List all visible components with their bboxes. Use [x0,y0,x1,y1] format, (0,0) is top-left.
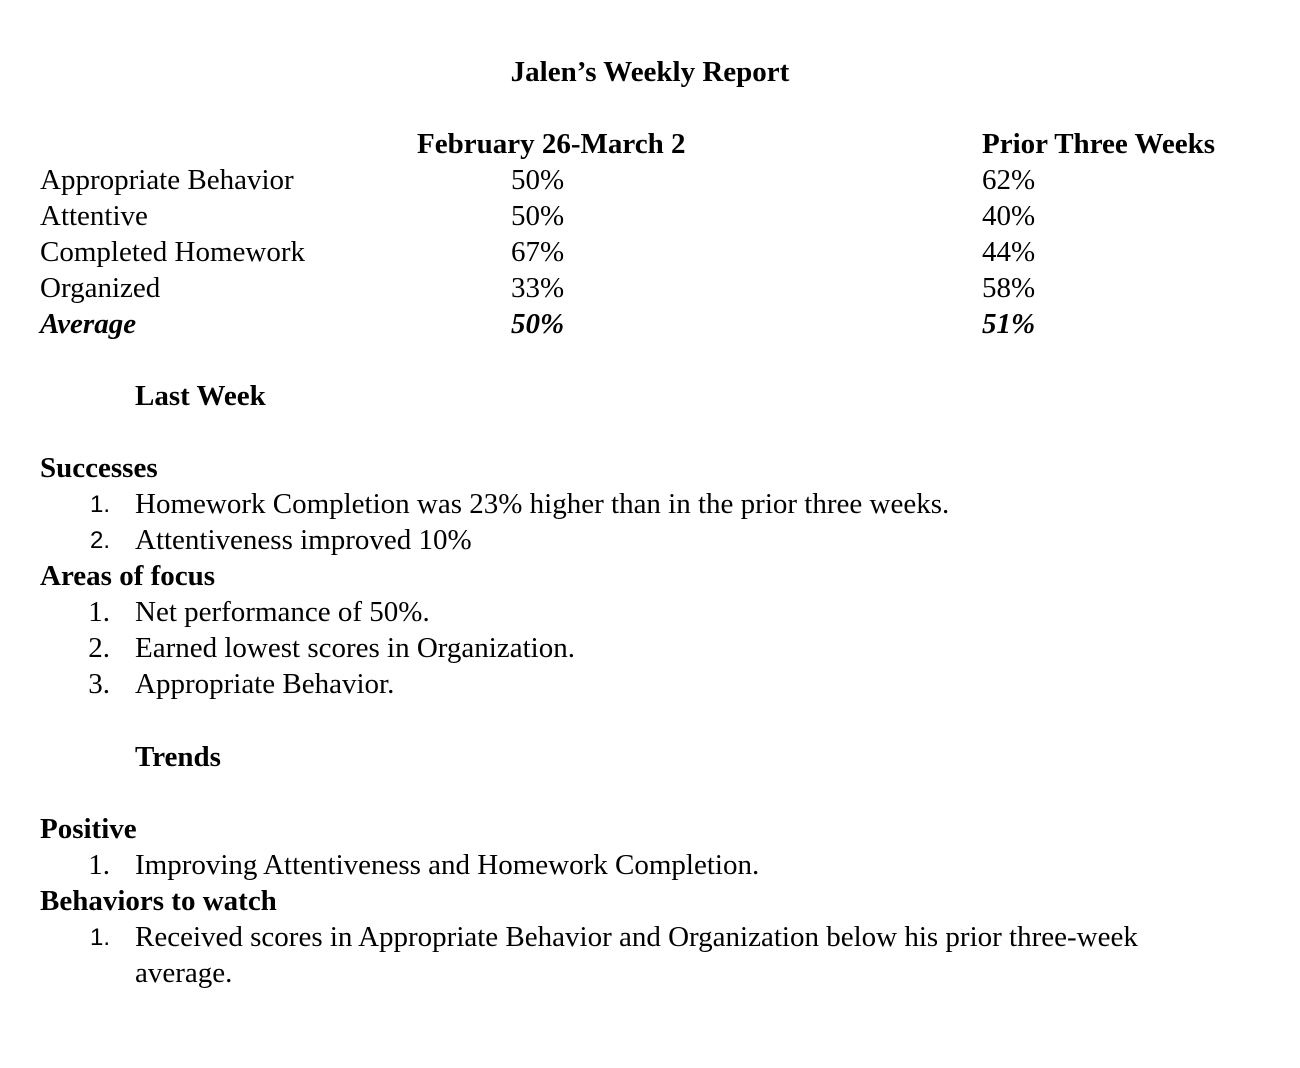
current-value: 50% [511,308,565,340]
list-text-line2: average. [135,957,233,989]
prior-value: 51% [982,308,1036,340]
row-label: Appropriate Behavior [40,164,294,196]
list-number: 1. [88,849,110,881]
current-value: 67% [511,236,565,268]
current-value: 33% [511,272,565,304]
list-text: Appropriate Behavior. [135,668,395,700]
list-number: 1. [88,596,110,628]
prior-value: 62% [982,164,1036,196]
list-text: Attentiveness improved 10% [135,524,472,556]
prior-value: 40% [982,200,1036,232]
subheading-positive: Positive [40,813,137,845]
row-label: Attentive [40,200,148,232]
list-number: 1. [89,924,110,951]
list-number: 2. [89,527,110,554]
col-header-current-week: February 26-March 2 [417,128,686,160]
list-text: Earned lowest scores in Organization. [135,632,575,664]
subheading-successes: Successes [40,452,158,484]
page-title: Jalen’s Weekly Report [510,56,790,88]
list-number: 1. [89,491,110,518]
section-heading-last-week: Last Week [135,380,266,412]
row-label: Completed Homework [40,236,305,268]
prior-value: 58% [982,272,1036,304]
list-number: 3. [88,668,110,700]
subheading-areas-of-focus: Areas of focus [40,560,216,592]
current-value: 50% [511,164,565,196]
list-number: 2. [88,632,110,664]
list-text-line1: Received scores in Appropriate Behavior … [135,921,1138,953]
list-text: Net performance of 50%. [135,596,430,628]
section-heading-trends: Trends [135,741,221,773]
list-text: Homework Completion was 23% higher than … [135,488,950,520]
prior-value: 44% [982,236,1036,268]
list-text: Improving Attentiveness and Homework Com… [135,849,760,881]
current-value: 50% [511,200,565,232]
col-header-prior-weeks: Prior Three Weeks [982,128,1216,160]
subheading-behaviors-to-watch: Behaviors to watch [40,885,277,917]
row-label: Average [40,308,137,340]
row-label: Organized [40,272,161,304]
